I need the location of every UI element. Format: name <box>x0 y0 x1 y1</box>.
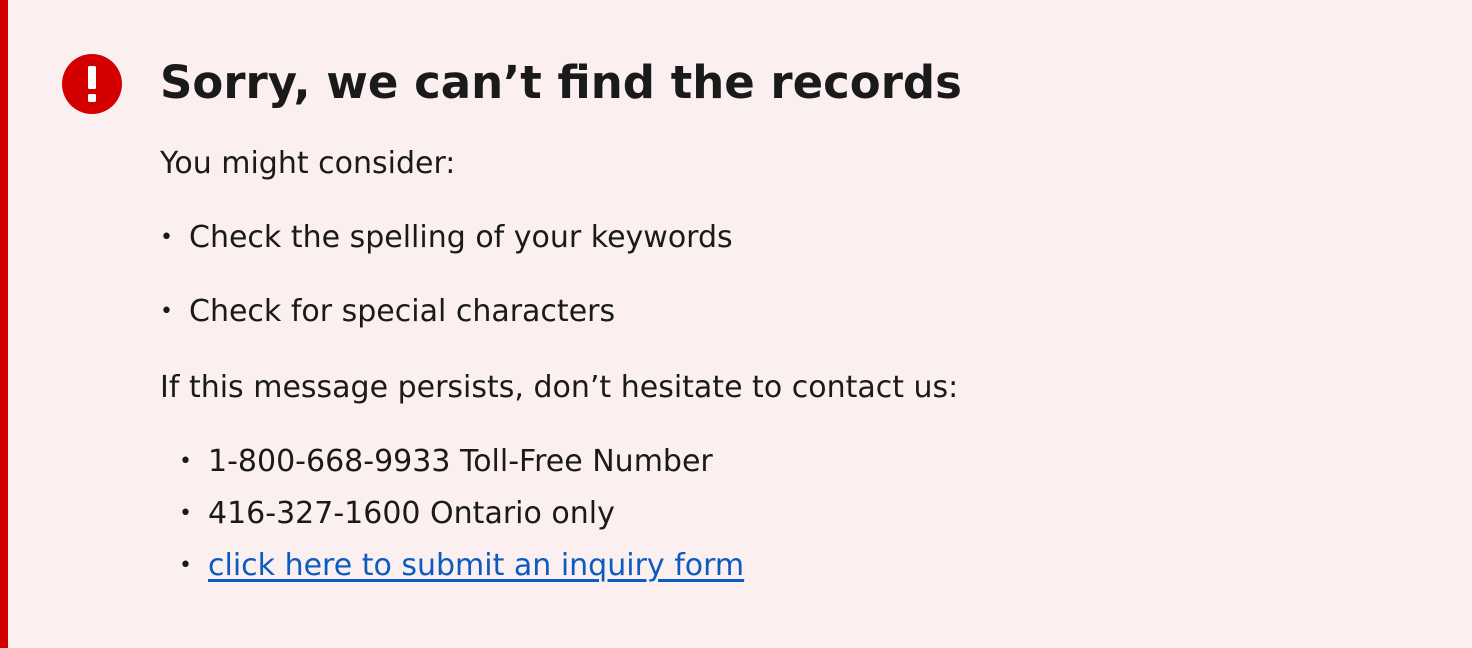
alert-title: Sorry, we can’t find the records <box>160 56 962 109</box>
contact-list: 1-800-668-9933 Toll-Free Number 416-327-… <box>160 442 1432 586</box>
alert-content: Sorry, we can’t find the records You mig… <box>160 52 1432 586</box>
exclamation-mark-glyph <box>88 66 96 102</box>
suggestions-list: Check the spelling of your keywords Chec… <box>160 218 1432 332</box>
contact-item-toll-free: 1-800-668-9933 Toll-Free Number <box>160 442 1432 482</box>
exclamation-circle-icon <box>62 54 122 114</box>
suggestions-intro: You might consider: <box>160 146 456 181</box>
contact-item-inquiry: click here to submit an inquiry form <box>160 546 1432 586</box>
inquiry-form-link[interactable]: click here to submit an inquiry form <box>208 548 744 583</box>
suggestion-item-spelling: Check the spelling of your keywords <box>160 218 1432 258</box>
contact-intro: If this message persists, don’t hesitate… <box>160 370 959 405</box>
error-alert: Sorry, we can’t find the records You mig… <box>0 0 1472 648</box>
contact-item-ontario: 416-327-1600 Ontario only <box>160 494 1432 534</box>
suggestion-item-special-characters: Check for special characters <box>160 292 1432 332</box>
